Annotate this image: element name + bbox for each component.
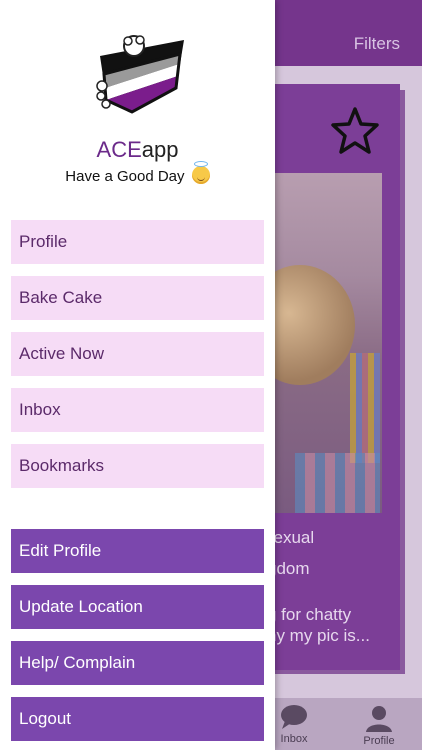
chat-bubble-icon <box>281 705 307 729</box>
smiling-halo-emoji-icon <box>191 161 210 184</box>
filters-button[interactable]: Filters <box>354 34 400 54</box>
tab-profile-label: Profile <box>363 735 395 747</box>
photo-bookshelf-lower <box>295 453 380 513</box>
menu-item-edit-profile[interactable]: Edit Profile <box>11 529 264 573</box>
star-icon[interactable] <box>330 106 380 156</box>
menu-item-bookmarks[interactable]: Bookmarks <box>11 444 264 488</box>
menu-item-inbox[interactable]: Inbox <box>11 388 264 432</box>
photo-bookshelf <box>350 353 380 463</box>
app-name-prefix: ACE <box>96 137 142 162</box>
cake-logo-icon <box>96 35 184 114</box>
menu-item-update-location[interactable]: Update Location <box>11 585 264 629</box>
tab-inbox-label: Inbox <box>280 733 308 745</box>
tab-profile[interactable]: Profile <box>349 702 409 750</box>
greeting-text: Have a Good Day <box>65 168 185 185</box>
person-icon <box>366 706 392 732</box>
menu-item-logout[interactable]: Logout <box>11 697 264 741</box>
greeting: Have a Good Day <box>0 161 275 185</box>
menu-item-profile[interactable]: Profile <box>11 220 264 264</box>
app-name-suffix: app <box>141 137 179 162</box>
menu-item-active-now[interactable]: Active Now <box>11 332 264 376</box>
app-name: ACEapp <box>0 137 275 163</box>
side-drawer: ACEapp Have a Good Day Profile Bake Cake… <box>0 0 275 750</box>
menu-item-help-complain[interactable]: Help/ Complain <box>11 641 264 685</box>
menu-item-bake-cake[interactable]: Bake Cake <box>11 276 264 320</box>
card-text-4: hy my pic is... <box>267 626 370 645</box>
card-text-3: g for chatty <box>267 605 352 624</box>
